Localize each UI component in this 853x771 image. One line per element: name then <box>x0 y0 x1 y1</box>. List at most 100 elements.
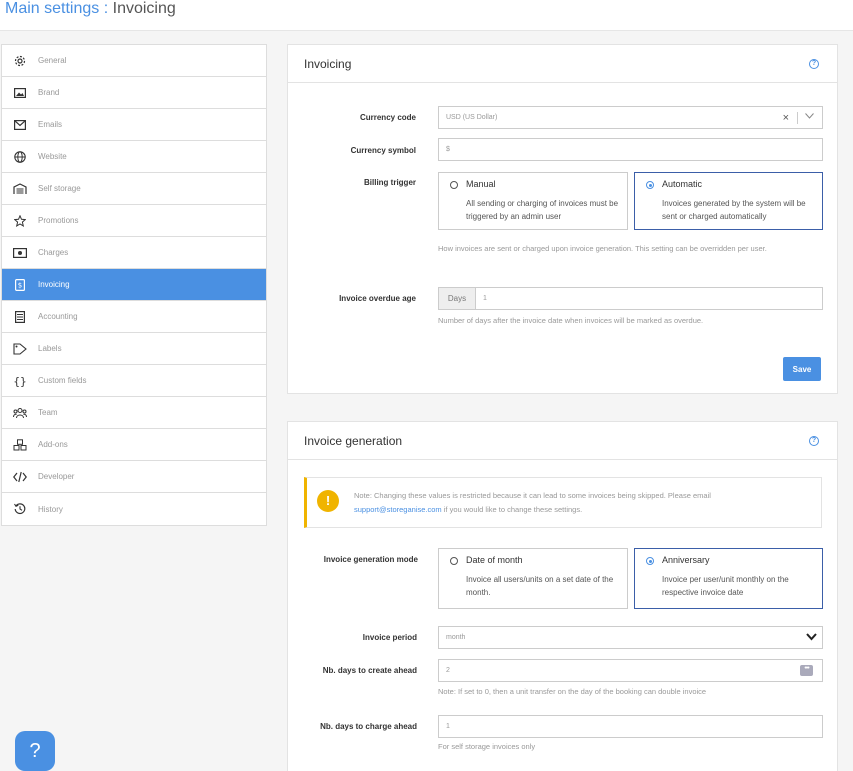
cubes-icon <box>13 438 27 452</box>
invoicing-panel-header: Invoicing ? <box>288 45 837 83</box>
sidebar-item-label: History <box>38 504 63 514</box>
days-charge-ahead-hint: For self storage invoices only <box>438 742 536 751</box>
team-icon <box>13 406 27 420</box>
help-chat-button[interactable]: ? <box>15 731 55 771</box>
globe-icon <box>13 150 27 164</box>
sidebar-item-add-ons[interactable]: Add-ons <box>2 429 266 461</box>
sidebar-item-promotions[interactable]: Promotions <box>2 205 266 237</box>
sidebar-item-developer[interactable]: Developer <box>2 461 266 493</box>
breadcrumb: Main settings : Invoicing <box>5 0 176 18</box>
braces-icon: {} <box>13 374 27 388</box>
currency-symbol-value: $ <box>446 146 450 153</box>
sidebar-item-team[interactable]: Team <box>2 397 266 429</box>
currency-symbol-label: Currency symbol <box>350 146 416 155</box>
sidebar-item-website[interactable]: Website <box>2 141 266 173</box>
anniversary-title: Anniversary <box>662 555 710 565</box>
svg-text:{}: {} <box>13 375 26 387</box>
sidebar-item-charges[interactable]: Charges <box>2 237 266 269</box>
invoice-period-value: month <box>446 634 466 641</box>
sidebar-item-general[interactable]: General <box>2 45 266 77</box>
sidebar-item-label: Charges <box>38 248 69 257</box>
warehouse-icon <box>13 182 27 196</box>
sidebar-item-label: Developer <box>38 472 75 481</box>
currency-code-value: USD (US Dollar) <box>446 114 498 121</box>
days-charge-ahead-label: Nb. days to charge ahead <box>320 722 417 731</box>
sidebar-item-label: Promotions <box>38 216 79 225</box>
sidebar-item-label: Self storage <box>38 184 81 193</box>
invoice-overdue-age-label: Invoice overdue age <box>339 294 416 303</box>
tag-icon <box>13 342 27 356</box>
currency-code-select[interactable]: USD (US Dollar) × <box>438 106 823 129</box>
help-icon[interactable]: ? <box>809 436 819 446</box>
sidebar-item-label: Emails <box>38 120 63 129</box>
date-of-month-radio[interactable] <box>450 557 458 565</box>
days-create-ahead-hint: Note: If set to 0, then a unit transfer … <box>438 687 707 696</box>
chevron-down-icon[interactable] <box>805 113 814 121</box>
note-message: Note: Changing these values is restricte… <box>354 491 711 500</box>
clear-icon[interactable]: × <box>783 112 789 124</box>
sidebar-item-labels[interactable]: Labels <box>2 333 266 365</box>
sidebar-item-custom-fields[interactable]: {} Custom fields <box>2 365 266 397</box>
select-divider <box>797 112 798 124</box>
invoice-overdue-age-value: 1 <box>483 295 487 302</box>
sidebar-item-brand[interactable]: Brand <box>2 77 266 109</box>
anniversary-radio[interactable] <box>646 557 654 565</box>
chevron-down-icon[interactable] <box>806 633 817 643</box>
sidebar-item-accounting[interactable]: Accounting <box>2 301 266 333</box>
invoice-generation-panel-header: Invoice generation ? <box>288 422 837 460</box>
breadcrumb-main-settings-link[interactable]: Main settings <box>5 0 99 17</box>
money-icon <box>13 246 27 260</box>
svg-text:$: $ <box>18 281 22 289</box>
automatic-option-title: Automatic <box>662 179 703 189</box>
help-icon[interactable]: ? <box>809 59 819 69</box>
sidebar-item-label: Invoicing <box>38 280 70 289</box>
manual-option-desc: All sending or charging of invoices must… <box>466 199 619 221</box>
top-bar: Main settings : Invoicing <box>0 0 853 31</box>
generation-mode-date-option[interactable]: Date of month Invoice all users/units on… <box>438 548 628 609</box>
image-icon <box>13 86 27 100</box>
sidebar-item-label: Add-ons <box>38 440 68 449</box>
save-button[interactable]: Save <box>783 357 821 381</box>
panel-title: Invoicing <box>304 56 352 71</box>
automatic-option-desc: Invoices generated by the system will be… <box>662 199 806 221</box>
invoice-generation-panel: Invoice generation ? ! Note: Changing th… <box>287 421 838 771</box>
support-email-link[interactable]: support@storeganise.com <box>354 505 442 514</box>
invoice-generation-mode-label: Invoice generation mode <box>323 555 418 564</box>
star-icon <box>13 214 27 228</box>
invoice-overdue-age-input[interactable]: Days 1 <box>438 287 823 310</box>
panel-title: Invoice generation <box>304 433 403 448</box>
days-charge-ahead-input[interactable]: 1 <box>438 715 823 738</box>
days-charge-ahead-value: 1 <box>446 723 450 730</box>
billing-trigger-hint: How invoices are sent or charged upon in… <box>438 244 767 253</box>
note-tail: if you would like to change these settin… <box>441 505 583 514</box>
generation-mode-anniversary-option[interactable]: Anniversary Invoice per user/unit monthl… <box>634 548 823 609</box>
days-create-ahead-input[interactable]: 2 ••• <box>438 659 823 682</box>
days-create-ahead-label: Nb. days to create ahead <box>322 666 417 675</box>
sidebar-item-invoicing[interactable]: $ Invoicing <box>2 269 266 301</box>
invoicing-panel: Invoicing ? Currency code USD (US Dollar… <box>287 44 838 394</box>
sidebar-item-label: Website <box>38 152 67 161</box>
invoice-overdue-age-hint: Number of days after the invoice date wh… <box>438 316 704 325</box>
billing-trigger-automatic-option[interactable]: Automatic Invoices generated by the syst… <box>634 172 823 230</box>
sidebar-item-history[interactable]: History <box>2 493 266 525</box>
sidebar-item-self-storage[interactable]: Self storage <box>2 173 266 205</box>
days-create-ahead-value: 2 <box>446 667 450 674</box>
billing-trigger-manual-option[interactable]: Manual All sending or charging of invoic… <box>438 172 628 230</box>
date-of-month-desc: Invoice all users/units on a set date of… <box>466 575 614 597</box>
invoice-period-select[interactable]: month <box>438 626 823 649</box>
automatic-radio[interactable] <box>646 181 654 189</box>
breadcrumb-separator: : <box>103 0 109 17</box>
note-text: Note: Changing these values is restricte… <box>354 489 811 517</box>
manual-radio[interactable] <box>450 181 458 189</box>
more-options-icon[interactable]: ••• <box>800 665 813 676</box>
sidebar-item-label: Brand <box>38 88 60 97</box>
currency-symbol-input[interactable]: $ <box>438 138 823 161</box>
sidebar-item-label: General <box>38 56 67 65</box>
sidebar-item-label: Accounting <box>38 312 78 321</box>
restriction-note: ! Note: Changing these values is restric… <box>304 477 822 528</box>
currency-code-label: Currency code <box>359 113 416 122</box>
invoice-period-label: Invoice period <box>362 633 417 642</box>
calculator-icon <box>13 310 27 324</box>
sidebar-item-label: Labels <box>38 344 62 353</box>
sidebar-item-emails[interactable]: Emails <box>2 109 266 141</box>
